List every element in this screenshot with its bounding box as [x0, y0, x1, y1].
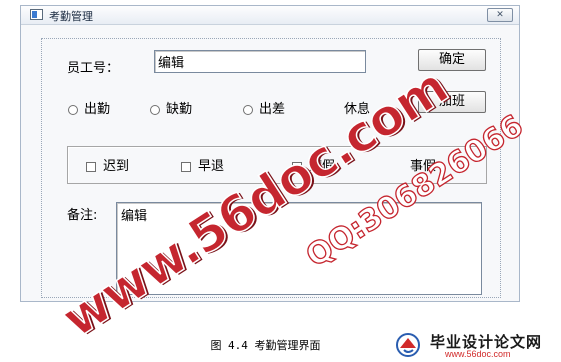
checkbox-late[interactable]: 迟到 — [86, 155, 129, 174]
checkbox-icon — [86, 161, 96, 172]
window-title: 考勤管理 — [49, 10, 93, 23]
checkbox-label: 迟到 — [103, 159, 130, 174]
employee-number-label: 员工号： — [67, 61, 120, 76]
close-button[interactable]: ✕ — [487, 8, 513, 22]
title-bar[interactable]: 考勤管理 ✕ — [21, 6, 519, 25]
radio-label: 出勤 — [84, 102, 111, 117]
close-icon: ✕ — [496, 10, 504, 20]
radio-business-trip[interactable]: 出差 — [243, 98, 285, 117]
employee-number-input[interactable]: 编辑 — [154, 50, 366, 73]
radio-attendance[interactable]: 出勤 — [68, 98, 110, 117]
notes-label: 备注: — [67, 208, 98, 223]
radio-circle-icon — [68, 104, 78, 115]
radio-label: 缺勤 — [166, 102, 193, 117]
window-app-icon — [30, 9, 43, 20]
figure-caption-text: 图 4.4 考勤管理界面 — [210, 339, 321, 352]
brand-url: www.56doc.com — [445, 349, 511, 359]
checkbox-leave-early[interactable]: 早退 — [181, 155, 224, 174]
radio-circle-icon — [243, 104, 253, 115]
brand-logo-icon — [396, 333, 420, 357]
radio-label: 出差 — [259, 102, 286, 117]
checkbox-label: 早退 — [198, 159, 225, 174]
checkbox-icon — [181, 161, 191, 172]
radio-circle-icon — [150, 104, 160, 115]
radio-absence[interactable]: 缺勤 — [150, 98, 192, 117]
